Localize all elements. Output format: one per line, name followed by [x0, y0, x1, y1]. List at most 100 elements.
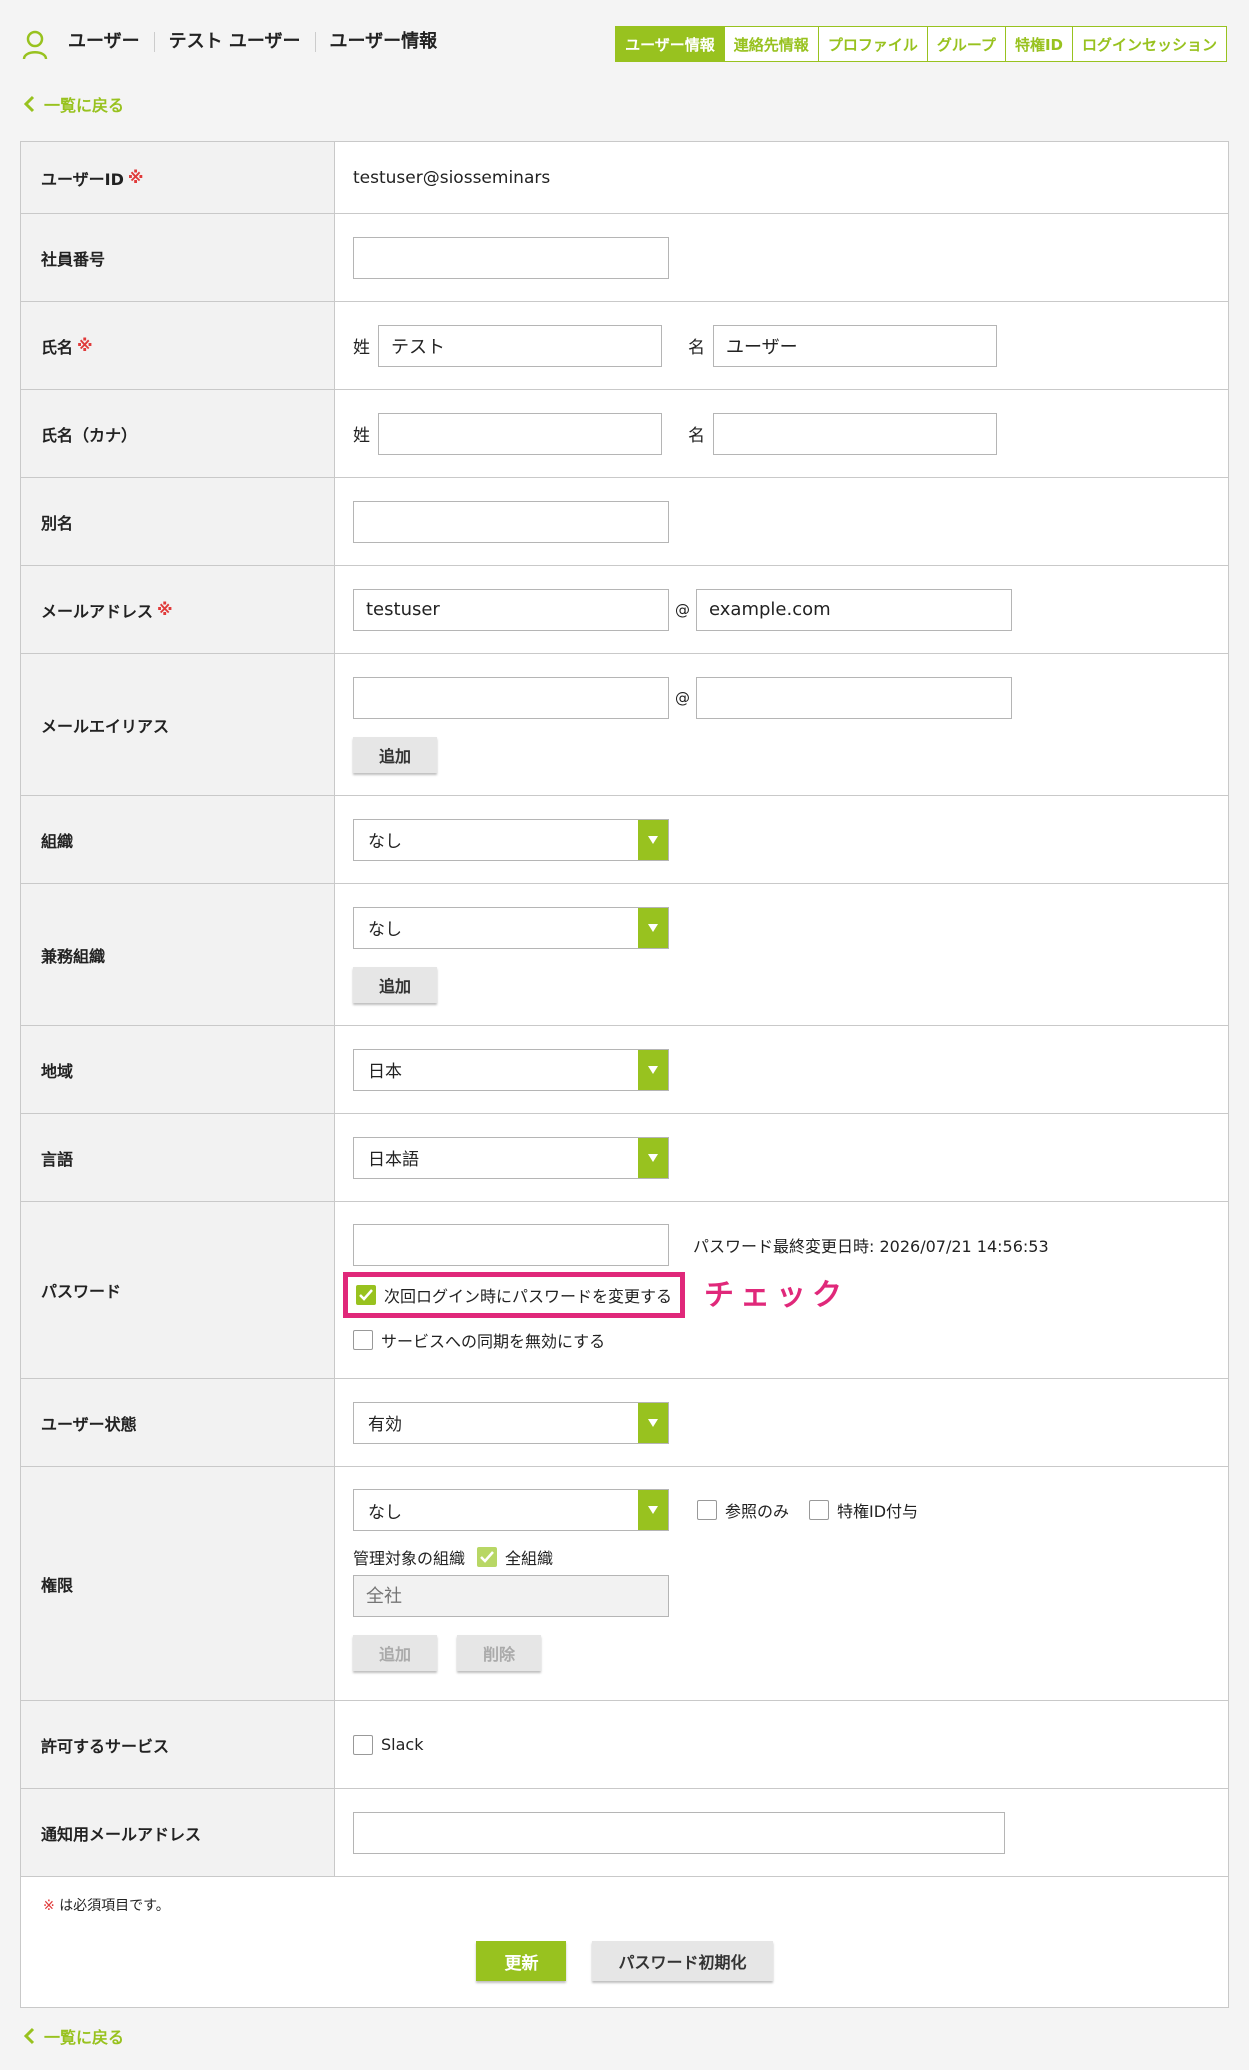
back-to-list-label: 一覧に戻る — [44, 96, 125, 115]
tab-profile[interactable]: プロファイル — [817, 27, 927, 61]
dropdown-arrow-icon — [638, 1049, 668, 1090]
chevron-left-icon — [23, 95, 35, 113]
check-callout: チェック — [704, 1278, 848, 1313]
first-name-input[interactable] — [713, 324, 997, 367]
row-name: 氏名※ 姓 名 — [21, 302, 1228, 390]
dropdown-arrow-icon — [638, 1402, 668, 1443]
required-mark: ※ — [77, 336, 93, 355]
last-name-kana-input[interactable] — [378, 412, 662, 455]
user-form: ユーザーID ※ testuser@siosseminars 社員番号 氏名 ※ 姓… — [20, 141, 1229, 2008]
email-alias-add-button[interactable]: 追加 — [353, 736, 438, 773]
password-last-changed: パスワード最終変更日時: 2026/07/21 14:56:53 — [693, 1237, 1049, 1256]
privilege-add-button[interactable]: 追加 — [353, 1635, 438, 1671]
label-name: 氏名 ※ — [21, 302, 335, 389]
email-at-sign: @ — [675, 600, 690, 619]
row-sub-org: 兼務組織 なし 追加 — [21, 884, 1228, 1026]
breadcrumb-users[interactable]: ユーザー — [68, 32, 154, 52]
language-select[interactable]: 日本語 — [353, 1136, 669, 1179]
label-alias: 別名 — [21, 478, 335, 565]
breadcrumb-current: ユーザー情報 — [314, 32, 452, 52]
label-region: 地域 — [21, 1026, 335, 1113]
row-org: 組織 なし — [21, 796, 1228, 884]
row-user-id: ユーザーID ※ testuser@siosseminars — [21, 142, 1228, 214]
label-password: パスワード — [21, 1202, 335, 1378]
label-email: メールアドレス ※ — [21, 566, 335, 653]
checkbox-checked-icon — [356, 1285, 376, 1305]
tab-bar: ユーザー情報 連絡先情報 プロファイル グループ 特権ID ログインセッション — [615, 26, 1227, 62]
label-name-kana: 氏名（カナ） — [21, 390, 335, 477]
back-to-list-link-top[interactable]: 一覧に戻る — [22, 92, 124, 116]
region-select[interactable]: 日本 — [353, 1048, 669, 1091]
user-icon — [22, 30, 48, 60]
row-notify-email: 通知用メールアドレス — [21, 1789, 1228, 1877]
dropdown-arrow-icon — [638, 907, 668, 948]
change-password-next-login-checkbox[interactable]: 次回ログイン時にパスワードを変更する — [343, 1272, 686, 1318]
page-header: ユーザー テスト ユーザー ユーザー情報 ユーザー情報 連絡先情報 プロファイル… — [0, 0, 1249, 90]
row-status: ユーザー状態 有効 — [21, 1379, 1228, 1467]
employee-no-input[interactable] — [353, 236, 669, 279]
back-to-list-link-bottom[interactable]: 一覧に戻る — [22, 2024, 124, 2048]
reset-password-button[interactable]: パスワード初期化 — [592, 1941, 773, 1981]
email-alias-at-sign: @ — [675, 688, 690, 707]
password-input[interactable] — [353, 1224, 669, 1266]
row-services: 許可するサービス Slack — [21, 1701, 1228, 1789]
email-domain-input[interactable] — [696, 588, 1012, 631]
managed-org-input[interactable] — [353, 1575, 669, 1617]
first-name-kana-input[interactable] — [713, 412, 997, 455]
row-language: 言語 日本語 — [21, 1114, 1228, 1202]
label-services: 許可するサービス — [21, 1701, 335, 1788]
all-org-checkbox[interactable]: 全組織 — [477, 1545, 553, 1569]
row-alias: 別名 — [21, 478, 1228, 566]
update-button[interactable]: 更新 — [476, 1941, 567, 1981]
tab-login-sessions[interactable]: ログインセッション — [1071, 27, 1226, 61]
tab-groups[interactable]: グループ — [926, 27, 1005, 61]
email-alias-local-input[interactable] — [353, 676, 669, 719]
sub-org-select[interactable]: なし — [353, 906, 669, 949]
managed-org-label: 管理対象の組織 — [353, 1549, 466, 1568]
email-alias-domain-input[interactable] — [696, 676, 1012, 719]
checkbox-unchecked-icon — [353, 1734, 373, 1755]
back-to-list-label: 一覧に戻る — [44, 2028, 125, 2047]
grant-priv-id-checkbox[interactable]: 特権ID付与 — [809, 1498, 918, 1522]
row-privilege: 権限 なし 参照のみ 特権ID付与 管理対象の組織 全組織 全社 追加 削除 — [21, 1467, 1228, 1701]
last-name-kana-label: 姓 — [353, 426, 370, 446]
org-select[interactable]: なし — [353, 818, 669, 861]
label-org: 組織 — [21, 796, 335, 883]
status-select[interactable]: 有効 — [353, 1401, 669, 1444]
checkbox-unchecked-icon — [809, 1500, 830, 1520]
chevron-left-icon — [23, 2027, 35, 2045]
breadcrumb-user-name[interactable]: テスト ユーザー — [153, 32, 315, 52]
label-notify-email: 通知用メールアドレス — [21, 1789, 335, 1876]
privilege-delete-button[interactable]: 削除 — [457, 1635, 542, 1671]
first-name-label: 名 — [688, 338, 705, 358]
disable-sync-checkbox[interactable]: サービスへの同期を無効にする — [353, 1328, 1228, 1352]
user-id-value: testuser@siosseminars — [353, 167, 551, 188]
tab-user-info[interactable]: ユーザー情報 — [616, 27, 724, 61]
label-user-id: ユーザーID ※ — [21, 142, 335, 213]
readonly-checkbox[interactable]: 参照のみ — [697, 1498, 789, 1522]
email-local-input[interactable] — [353, 588, 669, 631]
alias-input[interactable] — [353, 500, 669, 543]
tab-privileged-id[interactable]: 特権ID — [1004, 27, 1072, 61]
row-employee-no: 社員番号 — [21, 214, 1228, 302]
breadcrumb: ユーザー テスト ユーザー ユーザー情報 — [68, 32, 451, 52]
label-privilege: 権限 — [21, 1467, 335, 1700]
label-language: 言語 — [21, 1114, 335, 1201]
row-password: パスワード パスワード最終変更日時: 2026/07/21 14:56:53 次… — [21, 1202, 1228, 1379]
notify-email-input[interactable] — [353, 1811, 1005, 1854]
row-region: 地域 日本 — [21, 1026, 1228, 1114]
sub-org-add-button[interactable]: 追加 — [353, 966, 438, 1003]
row-email-alias: メールエイリアス @ 追加 — [21, 654, 1228, 796]
form-actions: 更新 パスワード初期化 — [21, 1915, 1228, 2007]
dropdown-arrow-icon — [638, 1137, 668, 1178]
tab-contact-info[interactable]: 連絡先情報 — [723, 27, 818, 61]
required-mark: ※ — [157, 600, 173, 619]
required-mark: ※ — [127, 168, 144, 187]
last-name-input[interactable] — [378, 324, 662, 367]
privilege-select[interactable]: なし — [353, 1489, 669, 1531]
checkbox-checked-icon — [477, 1547, 498, 1567]
slack-checkbox[interactable]: Slack — [353, 1734, 1228, 1755]
label-employee-no: 社員番号 — [21, 214, 335, 301]
label-email-alias: メールエイリアス — [21, 654, 335, 795]
checkbox-unchecked-icon — [697, 1500, 717, 1520]
